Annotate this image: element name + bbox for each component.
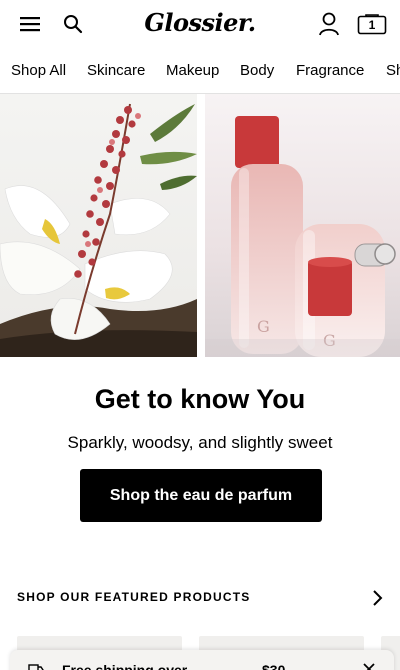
hero-subtitle: Sparkly, woodsy, and slightly sweet (67, 433, 333, 452)
hero-image-perfume: G G (205, 94, 400, 357)
featured-products-header[interactable]: SHOP OUR FEATURED PRODUCTS (0, 586, 400, 610)
free-shipping-text: Free shipping over (62, 662, 188, 670)
hero-banner[interactable]: G G (0, 94, 400, 357)
category-nav: Shop All Skincare Makeup Body Fragrance … (0, 56, 400, 88)
hero-headline: Get to know You (94, 384, 306, 414)
nav-item-fragrance[interactable]: Fragrance (296, 62, 364, 79)
shopping-bag-button[interactable]: 1 (356, 12, 388, 36)
account-person-icon[interactable] (316, 11, 342, 37)
free-shipping-amount: $30 (262, 662, 286, 670)
shop-eau-de-parfum-button[interactable]: Shop the eau de parfum (80, 469, 322, 522)
truck-icon (28, 664, 44, 670)
featured-products-label: SHOP OUR FEATURED PRODUCTS (17, 590, 251, 604)
chevron-right-icon[interactable] (368, 588, 386, 608)
nav-item-skincare[interactable]: Skincare (87, 62, 145, 79)
free-shipping-banner[interactable]: Free shipping over $30 (10, 650, 394, 670)
svg-text:G: G (257, 317, 270, 336)
nav-item-body[interactable]: Body (240, 62, 274, 79)
cart-count-badge: 1 (368, 18, 376, 32)
close-icon[interactable] (362, 662, 376, 670)
site-header: Glossier. 1 (0, 0, 400, 48)
nav-item-makeup[interactable]: Makeup (166, 62, 219, 79)
hero-image-flower (0, 94, 197, 357)
nav-item-shop-all[interactable]: Shop All (11, 62, 66, 79)
nav-item-truncated[interactable]: Sh (386, 62, 400, 79)
